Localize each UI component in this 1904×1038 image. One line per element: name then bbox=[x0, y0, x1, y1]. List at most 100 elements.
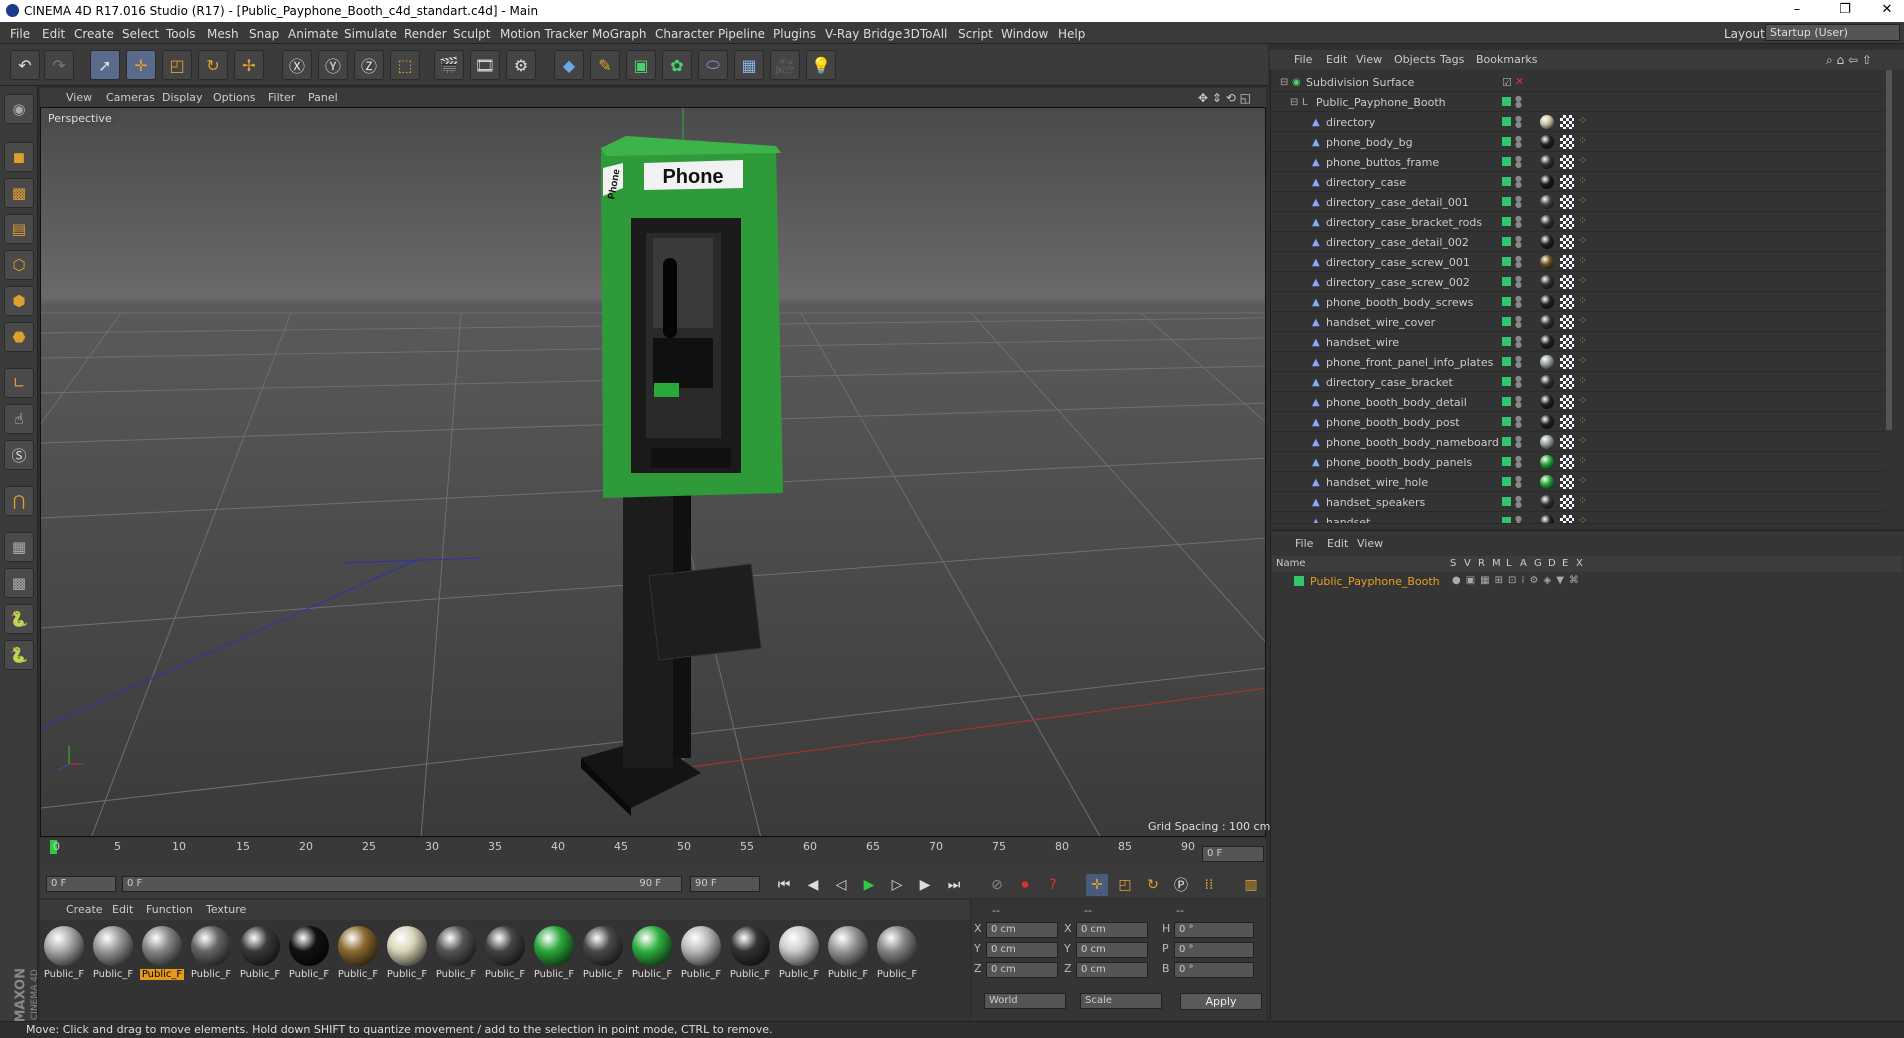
key-scale-icon[interactable]: ◰ bbox=[1114, 874, 1136, 896]
layer-row[interactable]: Public_Payphone_Booth ●▣▦⊞⊡⁞⚙◈▼⌘ bbox=[1272, 573, 1902, 591]
magnet-icon[interactable]: ⋂ bbox=[4, 486, 34, 516]
uvw-tag-icon[interactable] bbox=[1560, 115, 1574, 129]
python-icon[interactable]: 🐍 bbox=[4, 604, 34, 634]
minimize-button[interactable]: – bbox=[1782, 2, 1812, 20]
menu-file[interactable]: File bbox=[10, 27, 30, 41]
object-row[interactable]: ▲ handset_wire ● ● ⁘ bbox=[1272, 332, 1884, 352]
phong-tag-icon[interactable]: ⁘ bbox=[1578, 395, 1592, 409]
objmenu-objects[interactable]: Objects bbox=[1394, 53, 1436, 66]
timeline-window-icon[interactable]: ▥ bbox=[1240, 874, 1262, 896]
undo-icon[interactable]: ↶ bbox=[10, 50, 40, 80]
uvw-tag-icon[interactable] bbox=[1560, 195, 1574, 209]
layer-color-swatch[interactable] bbox=[1502, 397, 1511, 406]
visibility-dots[interactable]: ●● bbox=[1515, 95, 1522, 109]
menu-simulate[interactable]: Simulate bbox=[344, 27, 397, 41]
menu-motion-tracker[interactable]: Motion Tracker bbox=[500, 27, 588, 41]
phong-tag-icon[interactable]: ⁘ bbox=[1578, 315, 1592, 329]
material-tag-icon[interactable] bbox=[1540, 495, 1554, 509]
start-frame-field[interactable]: 0 F bbox=[46, 876, 116, 892]
material-tag-icon[interactable] bbox=[1540, 135, 1554, 149]
phong-tag-icon[interactable]: ⁘ bbox=[1578, 175, 1592, 189]
material-tag-icon[interactable] bbox=[1540, 515, 1554, 523]
layer-color-swatch[interactable] bbox=[1502, 377, 1511, 386]
object-row-group[interactable]: ⊟ L Public_Payphone_Booth ● ● bbox=[1272, 92, 1884, 112]
layer-color-swatch[interactable] bbox=[1502, 137, 1511, 146]
grid-snap-icon[interactable]: ▩ bbox=[4, 568, 34, 598]
layer-toggle-icons[interactable]: ●▣▦⊞⊡⁞⚙◈▼⌘ bbox=[1452, 575, 1584, 586]
phong-tag-icon[interactable]: ⁘ bbox=[1578, 295, 1592, 309]
workplane-mode-icon[interactable]: ▤ bbox=[4, 214, 34, 244]
snapping-icon[interactable]: Ⓢ bbox=[4, 440, 34, 470]
visibility-dots[interactable]: ●● bbox=[1515, 315, 1522, 329]
viewport-menu-options[interactable]: Options bbox=[213, 91, 255, 104]
model-mode-icon[interactable]: ◼ bbox=[4, 142, 34, 172]
material-menu-edit[interactable]: Edit bbox=[112, 903, 133, 916]
material-tag-icon[interactable] bbox=[1540, 195, 1554, 209]
layer-color-swatch[interactable] bbox=[1502, 357, 1511, 366]
menu-help[interactable]: Help bbox=[1058, 27, 1085, 41]
menu-mograph[interactable]: MoGraph bbox=[592, 27, 647, 41]
material-swatch[interactable]: Public_F bbox=[91, 924, 135, 986]
menu-vray-bridge[interactable]: V-Ray Bridge bbox=[825, 27, 902, 41]
layer-color-swatch[interactable] bbox=[1502, 477, 1511, 486]
uvw-tag-icon[interactable] bbox=[1560, 135, 1574, 149]
objmenu-search-icon[interactable]: ⌕ ⌂ ⇦ ⇧ bbox=[1826, 53, 1872, 68]
visibility-dots[interactable]: ●● bbox=[1515, 175, 1522, 189]
material-swatch[interactable]: Public_F bbox=[581, 924, 625, 986]
viewport-menu-cameras[interactable]: Cameras bbox=[106, 91, 155, 104]
edges-mode-icon[interactable]: ⬢ bbox=[4, 286, 34, 316]
visibility-dots[interactable]: ●● bbox=[1515, 215, 1522, 229]
material-menu-texture[interactable]: Texture bbox=[206, 903, 246, 916]
uvw-tag-icon[interactable] bbox=[1560, 515, 1574, 523]
render-disabled-icon[interactable]: ✕ bbox=[1515, 75, 1524, 88]
visibility-dots[interactable]: ●● bbox=[1515, 195, 1522, 209]
go-to-start-icon[interactable]: ⏮ bbox=[773, 874, 795, 896]
layer-color-swatch[interactable] bbox=[1502, 117, 1511, 126]
phong-tag-icon[interactable]: ⁘ bbox=[1578, 235, 1592, 249]
material-swatch[interactable]: Public_F bbox=[532, 924, 576, 986]
phong-tag-icon[interactable]: ⁘ bbox=[1578, 155, 1592, 169]
array-cloner-icon[interactable]: ✿ bbox=[662, 50, 692, 80]
polygons-mode-icon[interactable]: ⬣ bbox=[4, 322, 34, 352]
visibility-dots[interactable]: ●● bbox=[1515, 495, 1522, 509]
menu-3dtoall[interactable]: 3DToAll bbox=[903, 27, 947, 41]
uvw-tag-icon[interactable] bbox=[1560, 155, 1574, 169]
material-menu-function[interactable]: Function bbox=[146, 903, 193, 916]
material-swatch[interactable]: Public_F bbox=[679, 924, 723, 986]
viewport-3d[interactable]: Phone Phone bbox=[40, 107, 1266, 837]
record-keys-icon[interactable]: ⏺ bbox=[1014, 874, 1036, 896]
x-axis-lock-icon[interactable]: Ⓧ bbox=[282, 50, 312, 80]
y-axis-lock-icon[interactable]: Ⓨ bbox=[318, 50, 348, 80]
material-tag-icon[interactable] bbox=[1540, 335, 1554, 349]
subdivision-generator-icon[interactable]: ▣ bbox=[626, 50, 656, 80]
material-swatch[interactable]: Public_F bbox=[385, 924, 429, 986]
layer-color-swatch[interactable] bbox=[1502, 297, 1511, 306]
uvw-tag-icon[interactable] bbox=[1560, 175, 1574, 189]
layer-color-swatch[interactable] bbox=[1502, 217, 1511, 226]
coord-position-field[interactable]: 0 cm bbox=[986, 942, 1058, 958]
cube-primitive-icon[interactable]: ◆ bbox=[554, 50, 584, 80]
visibility-dots[interactable]: ●● bbox=[1515, 475, 1522, 489]
transform-tool-icon[interactable]: ✢ bbox=[234, 50, 264, 80]
object-row[interactable]: ▲ phone_booth_body_detail ● ● ⁘ bbox=[1272, 392, 1884, 412]
phong-tag-icon[interactable]: ⁘ bbox=[1578, 475, 1592, 489]
phong-tag-icon[interactable]: ⁘ bbox=[1578, 135, 1592, 149]
layermenu-view[interactable]: View bbox=[1357, 537, 1383, 550]
object-row[interactable]: ▲ phone_booth_body_panels ● ● ⁘ bbox=[1272, 452, 1884, 472]
material-tag-icon[interactable] bbox=[1540, 455, 1554, 469]
uvw-tag-icon[interactable] bbox=[1560, 315, 1574, 329]
object-row[interactable]: ▲ directory_case_detail_002 ● ● ⁘ bbox=[1272, 232, 1884, 252]
coordinate-system-icon[interactable]: ⬚ bbox=[390, 50, 420, 80]
material-swatch[interactable]: Public_F bbox=[42, 924, 86, 986]
material-tag-icon[interactable] bbox=[1540, 435, 1554, 449]
camera-icon[interactable]: 🎥 bbox=[770, 50, 800, 80]
objmenu-file[interactable]: File bbox=[1294, 53, 1312, 66]
phong-tag-icon[interactable]: ⁘ bbox=[1578, 455, 1592, 469]
move-tool-icon[interactable]: ✛ bbox=[126, 50, 156, 80]
previous-frame-icon[interactable]: ◁ bbox=[830, 874, 852, 896]
uvw-tag-icon[interactable] bbox=[1560, 415, 1574, 429]
uvw-tag-icon[interactable] bbox=[1560, 235, 1574, 249]
object-row[interactable]: ▲ phone_buttos_frame ● ● ⁘ bbox=[1272, 152, 1884, 172]
python-script-icon[interactable]: 🐍 bbox=[4, 640, 34, 670]
material-swatch[interactable]: Public_F bbox=[483, 924, 527, 986]
